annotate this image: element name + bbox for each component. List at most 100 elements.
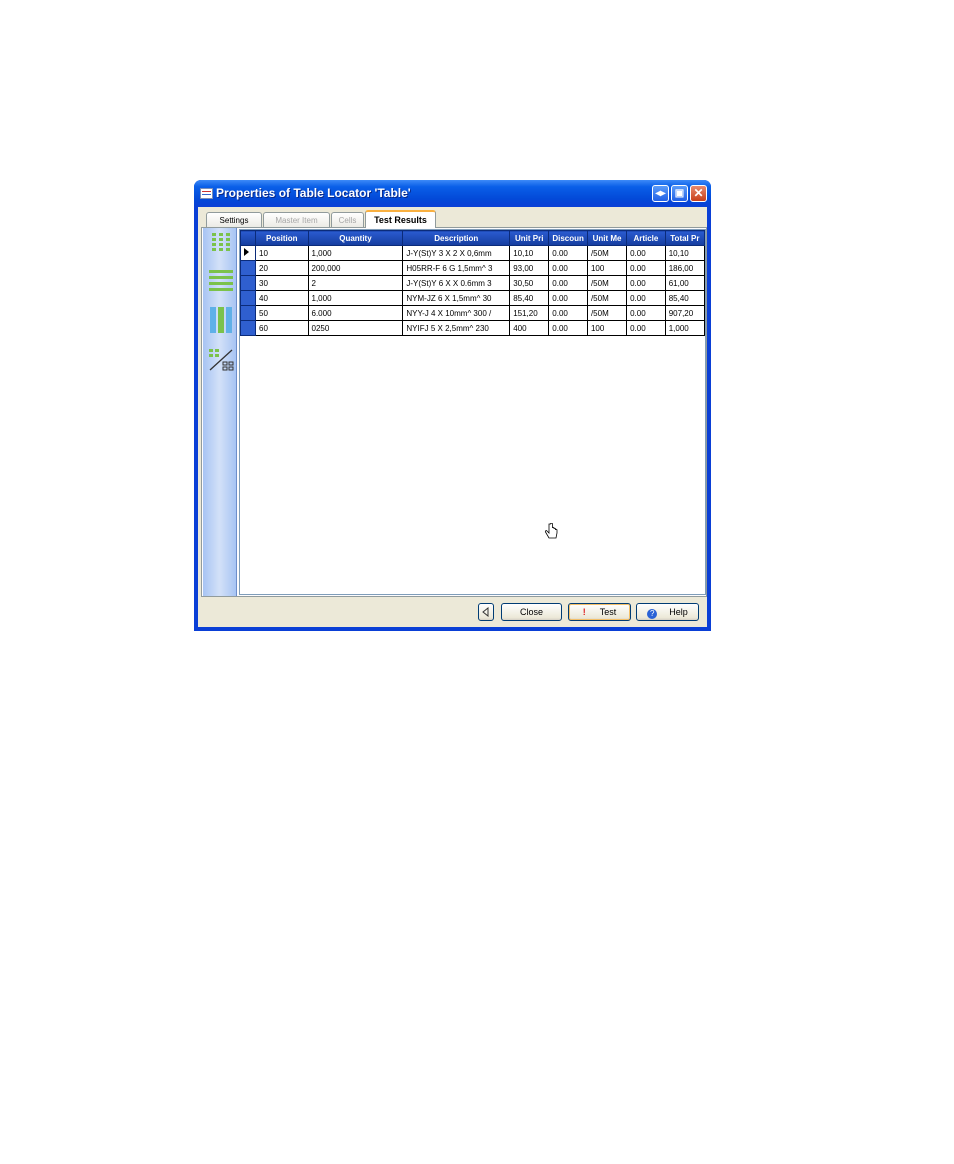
tab-master-item[interactable]: Master Item (263, 212, 330, 227)
row-indicator[interactable] (239, 275, 257, 291)
table-cell[interactable]: 6.000 (307, 305, 404, 321)
test-button-label: Test (599, 607, 617, 617)
close-button[interactable]: Close (501, 603, 562, 621)
table-cell[interactable]: 2 (307, 275, 404, 291)
table-cell[interactable]: 200,000 (307, 260, 404, 276)
tab-cells[interactable]: Cells (331, 212, 364, 227)
table-cell[interactable]: 0.00 (626, 305, 666, 321)
table-row[interactable]: 30 2 J-Y(St)Y 6 X X 0.6mm 3 30,50 0.00/50M 0.… (239, 275, 706, 291)
tab-test-results[interactable]: Test Results (365, 210, 436, 228)
table-cell[interactable]: 0.00 (626, 245, 666, 261)
table-cell[interactable]: 0.00 (548, 320, 588, 336)
table-cell[interactable]: 93,00 (509, 260, 550, 276)
row-indicator-header (239, 230, 257, 246)
current-row-arrow-icon (244, 248, 249, 256)
split-grid-icon[interactable] (208, 348, 234, 372)
column-header[interactable]: Position (255, 230, 309, 246)
table-cell[interactable]: NYM-JZ 6 X 1,5mm^ 30 (402, 290, 511, 306)
table-cell[interactable]: 186,00 (664, 260, 706, 276)
collapse-button[interactable] (478, 603, 494, 621)
table-cell[interactable]: 1,000 (307, 290, 404, 306)
help-icon: ? (647, 609, 658, 619)
table-cell[interactable]: 151,20 (509, 305, 550, 321)
table-row[interactable]: 20 200,000 H05RR-F 6 G 1,5mm^ 3 93,00 0.00 10… (239, 260, 706, 276)
table-cell[interactable]: 20 (255, 260, 309, 276)
title-bar[interactable]: Properties of Table Locator 'Table' ◂▸ ▣… (194, 180, 711, 207)
table-cell[interactable]: 0.00 (626, 260, 666, 276)
columns-grid-icon[interactable] (211, 232, 231, 254)
table-cell[interactable]: 30,50 (509, 275, 550, 291)
table-cell[interactable]: 0.00 (548, 260, 588, 276)
left-right-arrows-icon: ◂▸ (655, 188, 666, 199)
table-cell[interactable]: H05RR-F 6 G 1,5mm^ 3 (402, 260, 511, 276)
table-cell[interactable]: 10,10 (664, 245, 706, 261)
hand-cursor-icon (544, 523, 558, 539)
table-cell[interactable]: /50M (586, 290, 628, 306)
column-header[interactable]: Discoun (548, 230, 588, 246)
row-indicator[interactable] (239, 305, 257, 321)
table-cell[interactable]: 61,00 (664, 275, 706, 291)
table-cell[interactable]: NYIFJ 5 X 2,5mm^ 230 (402, 320, 511, 336)
table-cell[interactable]: 0.00 (548, 245, 588, 261)
table-icon (200, 188, 213, 199)
tab-settings[interactable]: Settings (206, 212, 262, 227)
row-indicator[interactable] (239, 290, 257, 306)
button-bar: Close ! Test ? Help (198, 599, 707, 627)
table-cell[interactable]: 907,20 (664, 305, 706, 321)
table-cell[interactable]: J-Y(St)Y 3 X 2 X 0,6mm (402, 245, 511, 261)
table-cell[interactable]: 85,40 (509, 290, 550, 306)
column-header[interactable]: Total Pr (664, 230, 706, 246)
table-row[interactable]: 10 1,000 J-Y(St)Y 3 X 2 X 0,6mm 10,10 0.00/5… (239, 245, 706, 261)
column-header[interactable]: Article (626, 230, 666, 246)
table-cell[interactable]: 0.00 (548, 275, 588, 291)
test-button[interactable]: ! Test (568, 603, 631, 621)
table-cell[interactable]: 50 (255, 305, 309, 321)
properties-window: Properties of Table Locator 'Table' ◂▸ ▣… (194, 180, 711, 631)
table-cell[interactable]: 1,000 (307, 245, 404, 261)
column-bars-icon[interactable] (209, 307, 233, 333)
table-cell[interactable]: /50M (586, 275, 628, 291)
test-results-panel: Position Quantity Description Unit Pri D… (201, 227, 707, 597)
table-cell[interactable]: 400 (509, 320, 550, 336)
close-icon: ✕ (693, 186, 704, 200)
table-row[interactable]: 40 1,000 NYM-JZ 6 X 1,5mm^ 30 85,40 0.00/50M… (239, 290, 706, 306)
table-cell[interactable]: 0.00 (626, 290, 666, 306)
table-cell[interactable]: /50M (586, 305, 628, 321)
table-cell[interactable]: 40 (255, 290, 309, 306)
table-cell[interactable]: 30 (255, 275, 309, 291)
column-header[interactable]: Unit Me (586, 230, 628, 246)
column-header[interactable]: Description (402, 230, 511, 246)
row-indicator[interactable] (239, 260, 257, 276)
close-window-button[interactable]: ✕ (690, 185, 707, 202)
table-cell[interactable]: J-Y(St)Y 6 X X 0.6mm 3 (402, 275, 511, 291)
row-indicator[interactable] (239, 320, 257, 336)
table-row[interactable]: 50 6.000 NYY-J 4 X 10mm^ 300 /151,20 0.00/5… (239, 305, 706, 321)
table-cell[interactable]: NYY-J 4 X 10mm^ 300 / (402, 305, 511, 321)
table-cell[interactable]: 0.00 (626, 275, 666, 291)
rows-grid-icon[interactable] (209, 270, 233, 292)
table-cell[interactable]: 0.00 (548, 305, 588, 321)
column-header[interactable]: Quantity (307, 230, 404, 246)
table-cell[interactable]: 0250 (307, 320, 404, 336)
table-cell[interactable]: /50M (586, 245, 628, 261)
table-cell[interactable]: 0.00 (548, 290, 588, 306)
results-grid[interactable]: Position Quantity Description Unit Pri D… (239, 229, 706, 595)
vertical-toolbar (203, 228, 237, 596)
table-cell[interactable]: 85,40 (664, 290, 706, 306)
table-cell[interactable]: 10,10 (509, 245, 550, 261)
table-cell[interactable]: 10 (255, 245, 309, 261)
table-cell[interactable]: 0.00 (626, 320, 666, 336)
window-title: Properties of Table Locator 'Table' (216, 186, 411, 200)
help-button[interactable]: ? Help (636, 603, 699, 621)
table-cell[interactable]: 1,000 (664, 320, 706, 336)
restore-arrows-button[interactable]: ◂▸ (652, 185, 669, 202)
table-header-row: Position Quantity Description Unit Pri D… (239, 230, 706, 246)
column-header[interactable]: Unit Pri (509, 230, 550, 246)
row-indicator[interactable] (239, 245, 257, 261)
table-cell[interactable]: 60 (255, 320, 309, 336)
table-cell[interactable]: 100 (586, 320, 628, 336)
test-icon: ! (582, 607, 586, 617)
table-cell[interactable]: 100 (586, 260, 628, 276)
table-row[interactable]: 60 0250 NYIFJ 5 X 2,5mm^ 230 400 0.00 100 0.00… (239, 320, 706, 336)
maximize-button[interactable]: ▣ (671, 185, 688, 202)
